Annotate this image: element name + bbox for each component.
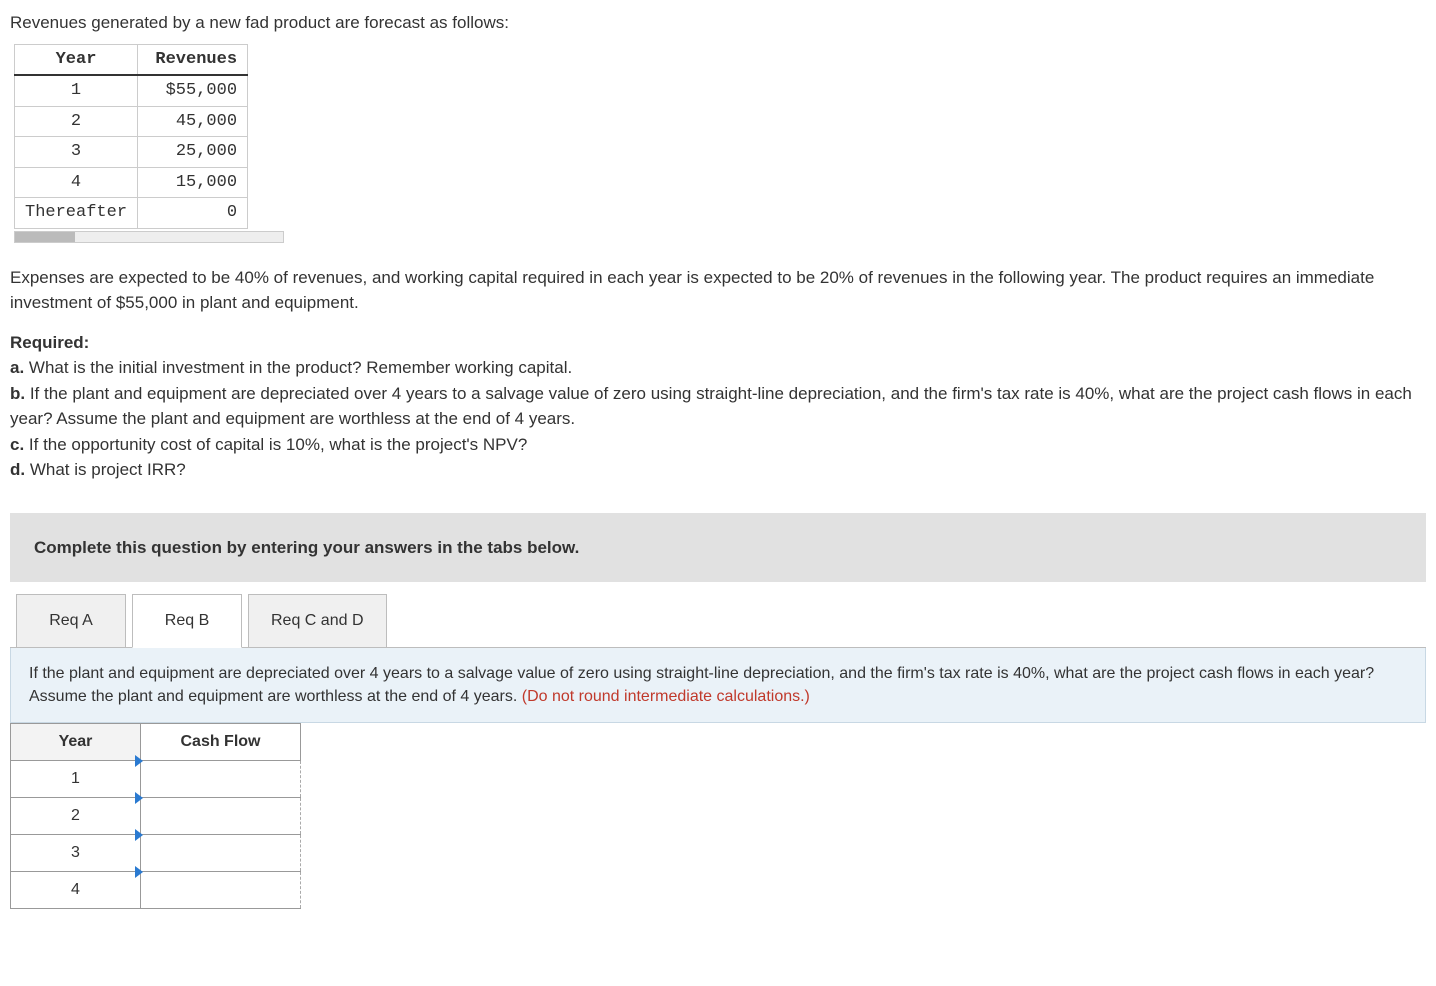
required-d-label: d. <box>10 460 25 479</box>
tab-req-a[interactable]: Req A <box>16 594 126 648</box>
table-row: Thereafter 0 <box>15 198 248 229</box>
input-marker-icon <box>135 866 143 878</box>
revenue-value: 0 <box>138 198 248 229</box>
required-a-text: What is the initial investment in the pr… <box>24 358 572 377</box>
input-marker-icon <box>135 755 143 767</box>
revenue-header-year: Year <box>15 44 138 75</box>
answer-instruction-bar: Complete this question by entering your … <box>10 513 1426 583</box>
table-row: 1 <box>11 761 301 798</box>
revenue-table: Year Revenues 1 $55,000 2 45,000 3 25,00… <box>14 44 248 229</box>
paragraph-assumptions: Expenses are expected to be 40% of reven… <box>10 265 1426 316</box>
answer-box: Complete this question by entering your … <box>10 513 1426 910</box>
required-a: a. What is the initial investment in the… <box>10 355 1426 381</box>
cashflow-year: 1 <box>11 761 141 798</box>
cashflow-table: Year Cash Flow 1 2 <box>10 723 301 909</box>
tab-b-content: If the plant and equipment are depreciat… <box>10 648 1426 723</box>
required-b: b. If the plant and equipment are deprec… <box>10 381 1426 432</box>
revenue-value: 25,000 <box>138 137 248 168</box>
table-row: 2 45,000 <box>15 106 248 137</box>
cashflow-input-year1[interactable] <box>151 767 290 791</box>
required-block: Required: a. What is the initial investm… <box>10 330 1426 483</box>
intro-text: Revenues generated by a new fad product … <box>10 10 1426 36</box>
tabs-row: Req A Req B Req C and D <box>10 582 1426 648</box>
required-c-text: If the opportunity cost of capital is 10… <box>24 435 527 454</box>
tab-b-instruction-note: (Do not round intermediate calculations.… <box>522 688 810 705</box>
revenue-year: 3 <box>15 137 138 168</box>
required-d-text: What is project IRR? <box>25 460 186 479</box>
scrollbar-thumb[interactable] <box>15 232 75 242</box>
tab-req-c-and-d[interactable]: Req C and D <box>248 594 387 648</box>
cashflow-header-year: Year <box>11 724 141 761</box>
cashflow-year: 2 <box>11 798 141 835</box>
cashflow-header-cash: Cash Flow <box>141 724 301 761</box>
cashflow-year: 4 <box>11 872 141 909</box>
table-row: 3 <box>11 835 301 872</box>
cashflow-cell[interactable] <box>141 835 301 872</box>
cashflow-cell[interactable] <box>141 761 301 798</box>
required-c-label: c. <box>10 435 24 454</box>
cashflow-input-year4[interactable] <box>151 878 290 902</box>
table-row: 4 <box>11 872 301 909</box>
revenue-year: 4 <box>15 167 138 198</box>
table-row: 1 $55,000 <box>15 75 248 106</box>
input-marker-icon <box>135 792 143 804</box>
revenue-year: 2 <box>15 106 138 137</box>
cashflow-input-year3[interactable] <box>151 841 290 865</box>
revenue-value: $55,000 <box>138 75 248 106</box>
cashflow-year: 3 <box>11 835 141 872</box>
input-marker-icon <box>135 829 143 841</box>
revenue-year: 1 <box>15 75 138 106</box>
revenue-value: 45,000 <box>138 106 248 137</box>
required-b-label: b. <box>10 384 25 403</box>
horizontal-scrollbar[interactable] <box>14 231 284 243</box>
revenue-header-revenues: Revenues <box>138 44 248 75</box>
cashflow-cell[interactable] <box>141 872 301 909</box>
required-heading: Required: <box>10 330 1426 356</box>
required-c: c. If the opportunity cost of capital is… <box>10 432 1426 458</box>
table-row: 4 15,000 <box>15 167 248 198</box>
required-d: d. What is project IRR? <box>10 457 1426 483</box>
revenue-year: Thereafter <box>15 198 138 229</box>
required-a-label: a. <box>10 358 24 377</box>
tab-req-b[interactable]: Req B <box>132 594 242 648</box>
revenue-value: 15,000 <box>138 167 248 198</box>
required-b-text: If the plant and equipment are depreciat… <box>10 384 1412 429</box>
cashflow-input-year2[interactable] <box>151 804 290 828</box>
table-row: 2 <box>11 798 301 835</box>
table-row: 3 25,000 <box>15 137 248 168</box>
cashflow-cell[interactable] <box>141 798 301 835</box>
